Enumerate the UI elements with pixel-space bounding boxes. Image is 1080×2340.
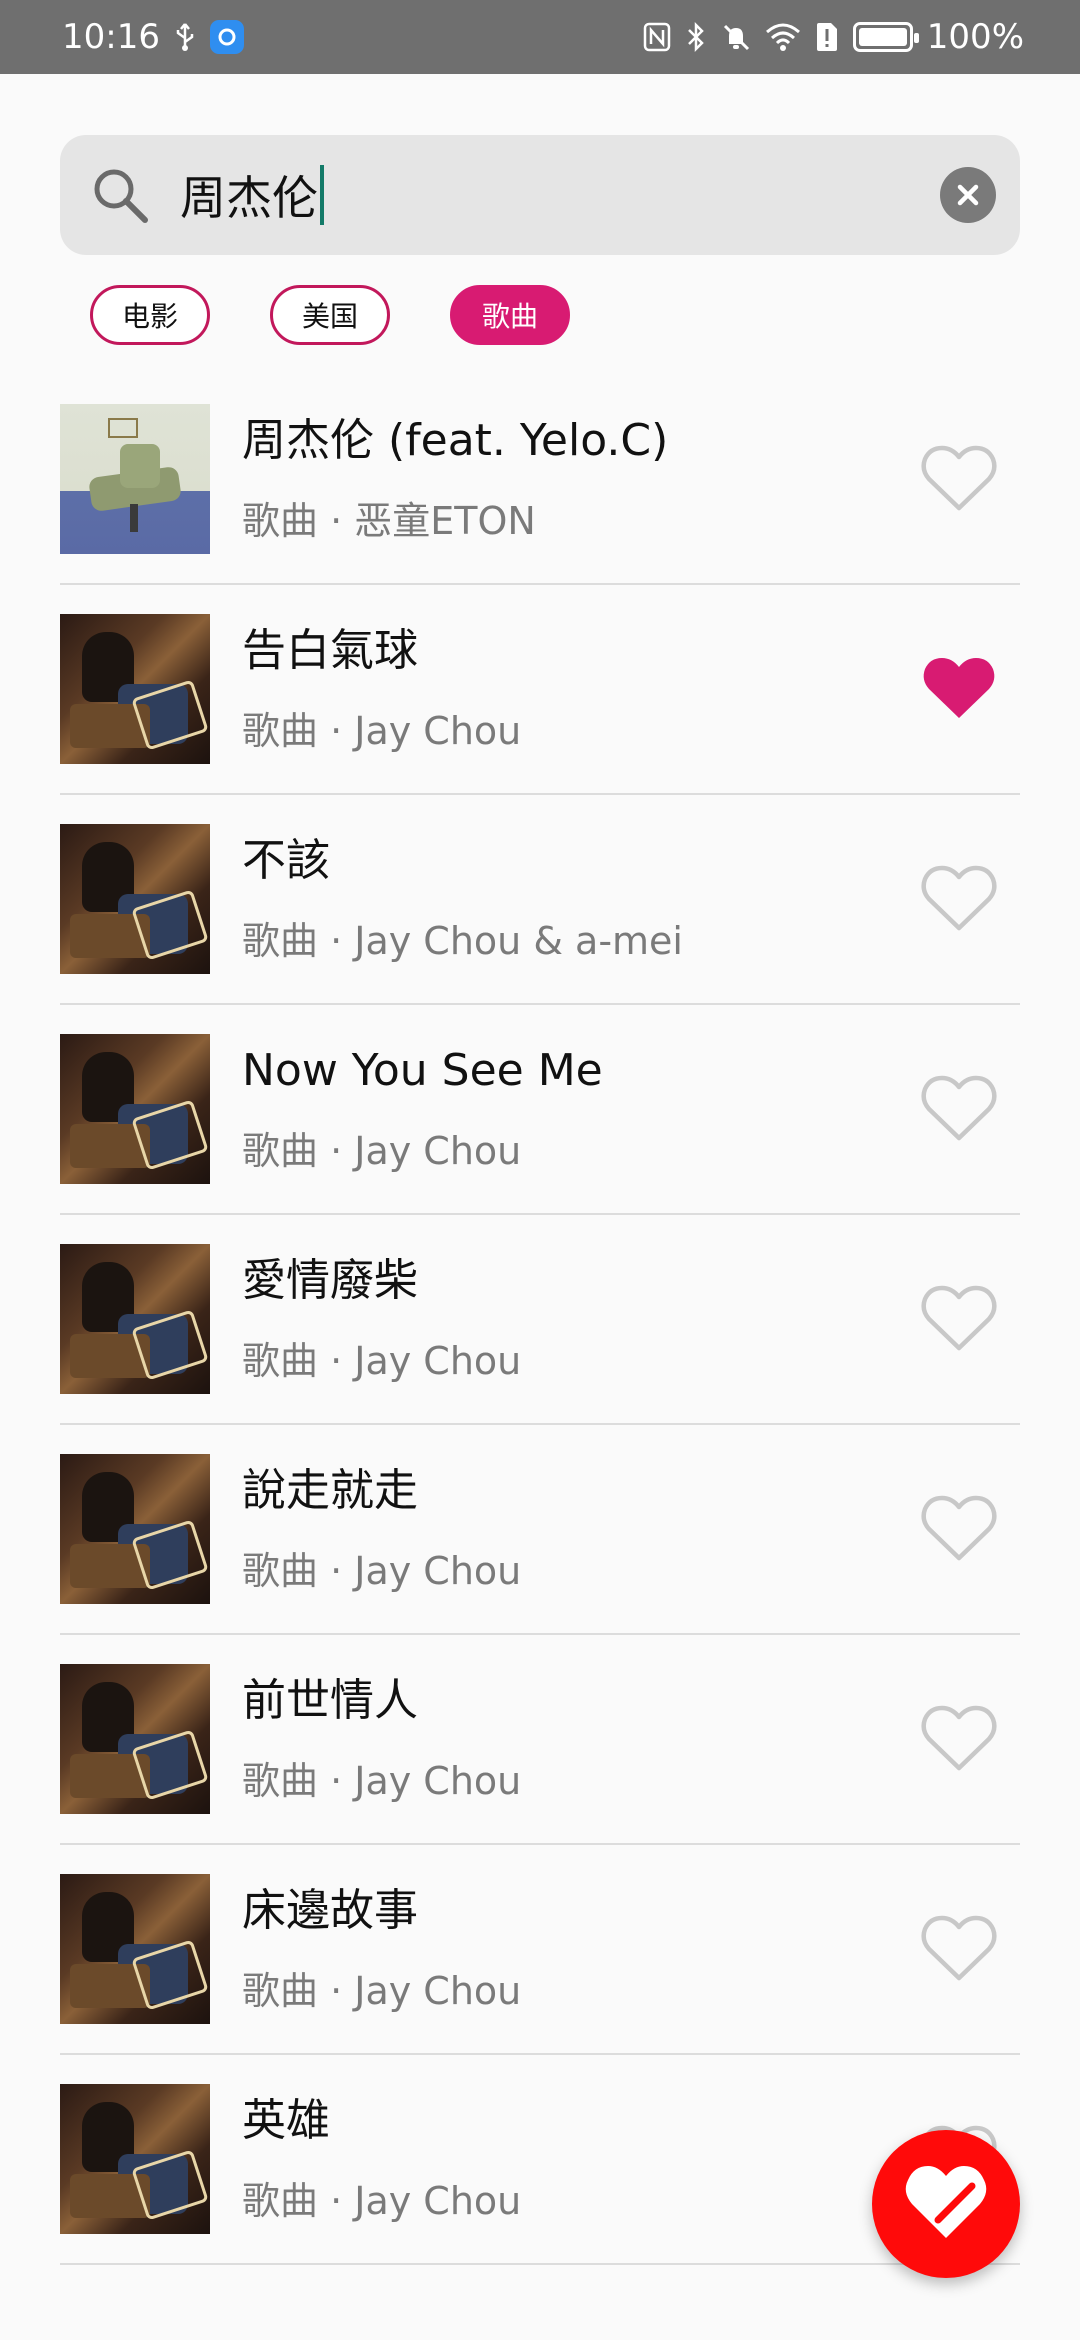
result-row[interactable]: 床邊故事歌曲 · Jay Chou bbox=[60, 1845, 1020, 2055]
song-subtitle: 歌曲 · Jay Chou bbox=[242, 709, 522, 753]
battery-icon bbox=[852, 22, 919, 52]
result-row[interactable]: 告白氣球歌曲 · Jay Chou bbox=[60, 585, 1020, 795]
result-info: 英雄歌曲 · Jay Chou bbox=[242, 2093, 904, 2225]
result-info: Now You See Me 歌曲 · Jay Chou bbox=[242, 1043, 904, 1175]
song-subtitle: 歌曲 · Jay Chou bbox=[242, 1129, 522, 1173]
song-title: 不該 bbox=[242, 835, 330, 886]
result-row[interactable]: Now You See Me 歌曲 · Jay Chou bbox=[60, 1005, 1020, 1215]
nfc-icon bbox=[643, 22, 671, 52]
album-art bbox=[60, 1874, 210, 2024]
result-info: 床邊故事歌曲 · Jay Chou bbox=[242, 1883, 904, 2015]
song-subtitle: 歌曲 · Jay Chou bbox=[242, 1549, 522, 1593]
result-row[interactable]: 說走就走歌曲 · Jay Chou bbox=[60, 1425, 1020, 1635]
battery-percent: 100% bbox=[926, 17, 1024, 57]
song-title: 前世情人 bbox=[242, 1675, 418, 1726]
filter-chips: 电影 美国 歌曲 bbox=[90, 285, 570, 345]
search-input[interactable]: 周杰伦 bbox=[180, 160, 940, 230]
result-info: 周杰伦 (feat. Yelo.C) 歌曲 · 恶童ETON bbox=[242, 413, 904, 545]
song-subtitle: 歌曲 · 恶童ETON bbox=[242, 499, 536, 543]
text-cursor bbox=[320, 165, 324, 225]
result-info: 不該歌曲 · Jay Chou & a-mei bbox=[242, 833, 904, 965]
song-title: 周杰伦 (feat. Yelo.C) bbox=[242, 415, 669, 466]
result-info: 愛情廢柴歌曲 · Jay Chou bbox=[242, 1253, 904, 1385]
song-subtitle: 歌曲 · Jay Chou bbox=[242, 1339, 522, 1383]
result-row[interactable]: 愛情廢柴歌曲 · Jay Chou bbox=[60, 1215, 1020, 1425]
heart-icon[interactable] bbox=[904, 1894, 1014, 2004]
song-subtitle: 歌曲 · Jay Chou bbox=[242, 1759, 522, 1803]
song-title: 告白氣球 bbox=[242, 625, 418, 676]
mute-bell-icon bbox=[721, 22, 751, 52]
wifi-icon bbox=[765, 22, 801, 52]
result-row[interactable]: 前世情人歌曲 · Jay Chou bbox=[60, 1635, 1020, 1845]
song-subtitle: 歌曲 · Jay Chou & a-mei bbox=[242, 919, 683, 963]
heart-filled-icon[interactable] bbox=[904, 634, 1014, 744]
usb-icon bbox=[174, 22, 196, 52]
status-bar-left: 10:16 bbox=[62, 17, 244, 57]
song-title: 英雄 bbox=[242, 2095, 330, 2146]
song-subtitle: 歌曲 · Jay Chou bbox=[242, 1969, 522, 2013]
result-row[interactable]: 周杰伦 (feat. Yelo.C) 歌曲 · 恶童ETON bbox=[60, 375, 1020, 585]
result-row[interactable]: 英雄歌曲 · Jay Chou bbox=[60, 2055, 1020, 2265]
album-art bbox=[60, 1244, 210, 1394]
status-bar-right: 100% bbox=[643, 17, 1024, 57]
song-title: 床邊故事 bbox=[242, 1885, 418, 1936]
heart-icon[interactable] bbox=[904, 1684, 1014, 1794]
clear-icon[interactable] bbox=[940, 167, 996, 223]
result-row[interactable]: 不該歌曲 · Jay Chou & a-mei bbox=[60, 795, 1020, 1005]
album-art bbox=[60, 2084, 210, 2234]
chip-movie[interactable]: 电影 bbox=[90, 285, 210, 345]
heart-icon[interactable] bbox=[904, 1474, 1014, 1584]
favorites-heart-icon bbox=[902, 2162, 990, 2246]
album-art bbox=[60, 824, 210, 974]
search-bar[interactable]: 周杰伦 bbox=[60, 135, 1020, 255]
album-art bbox=[60, 1034, 210, 1184]
chip-usa[interactable]: 美国 bbox=[270, 285, 390, 345]
bluetooth-icon bbox=[685, 21, 707, 53]
album-art bbox=[60, 1454, 210, 1604]
heart-icon[interactable] bbox=[904, 844, 1014, 954]
results-list: 周杰伦 (feat. Yelo.C) 歌曲 · 恶童ETON 告白氣球歌曲 · Ja… bbox=[60, 375, 1020, 2265]
heart-icon[interactable] bbox=[904, 1264, 1014, 1374]
album-art bbox=[60, 1664, 210, 1814]
result-info: 說走就走歌曲 · Jay Chou bbox=[242, 1463, 904, 1595]
sim-alert-icon bbox=[815, 21, 839, 53]
song-title: 說走就走 bbox=[242, 1465, 418, 1516]
song-subtitle: 歌曲 · Jay Chou bbox=[242, 2179, 522, 2223]
album-art bbox=[60, 404, 210, 554]
song-title: 愛情廢柴 bbox=[242, 1255, 418, 1306]
clock: 10:16 bbox=[62, 17, 160, 57]
heart-icon[interactable] bbox=[904, 1054, 1014, 1164]
heart-icon[interactable] bbox=[904, 424, 1014, 534]
song-title: Now You See Me bbox=[242, 1045, 603, 1096]
favorites-fab[interactable] bbox=[872, 2130, 1020, 2278]
album-art bbox=[60, 614, 210, 764]
result-info: 告白氣球歌曲 · Jay Chou bbox=[242, 623, 904, 755]
status-bar: 10:16 100% bbox=[0, 0, 1080, 74]
search-icon bbox=[84, 159, 156, 231]
result-info: 前世情人歌曲 · Jay Chou bbox=[242, 1673, 904, 1805]
chip-songs[interactable]: 歌曲 bbox=[450, 285, 570, 345]
search-query: 周杰伦 bbox=[180, 171, 318, 225]
app-notification-icon bbox=[209, 20, 244, 54]
